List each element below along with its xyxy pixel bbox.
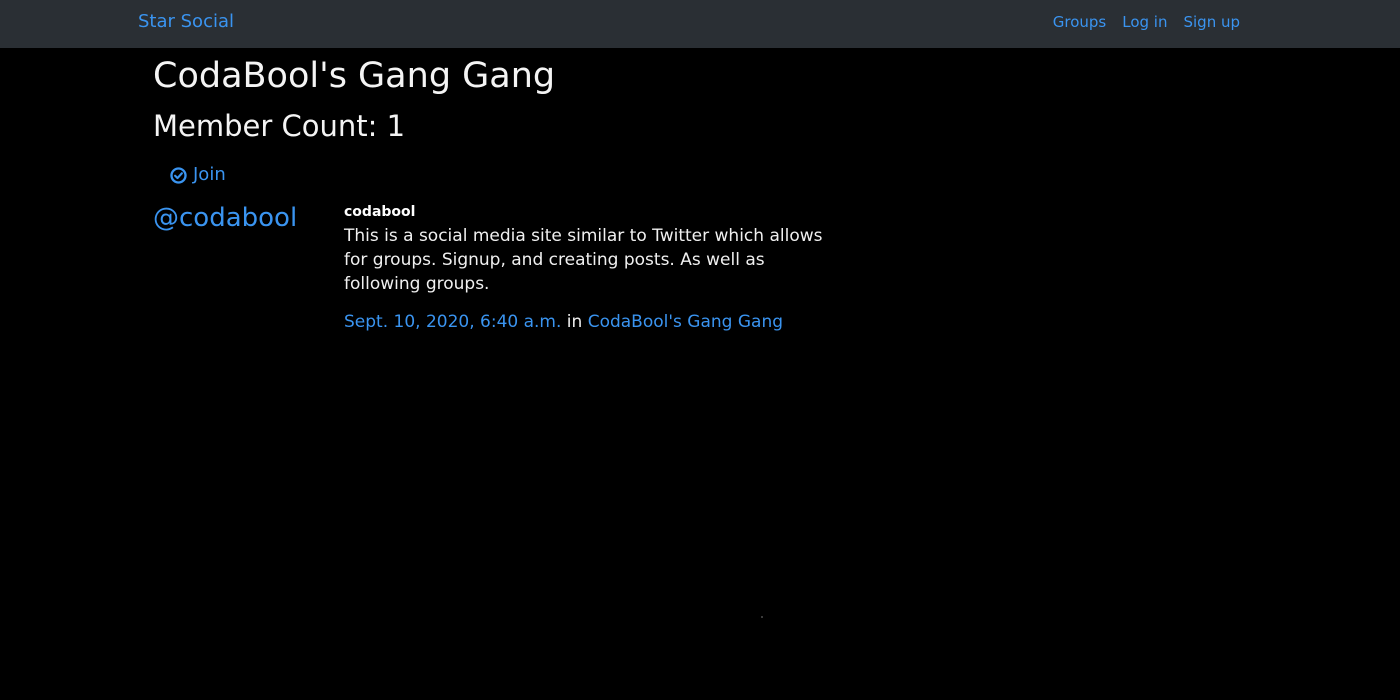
join-label: Join bbox=[193, 164, 226, 185]
post-message: This is a social media site similar to T… bbox=[344, 226, 823, 294]
nav-login-link[interactable]: Log in bbox=[1122, 12, 1167, 32]
join-button[interactable]: Join bbox=[170, 163, 226, 187]
post-author-link[interactable]: @codabool bbox=[153, 200, 297, 236]
check-circle-icon bbox=[170, 166, 187, 184]
navbar: Star Social Groups Log in Sign up bbox=[0, 0, 1400, 48]
nav-groups-link[interactable]: Groups bbox=[1053, 12, 1106, 32]
nav-links: Groups Log in Sign up bbox=[1053, 12, 1240, 32]
post-group-link[interactable]: CodaBool's Gang Gang bbox=[588, 312, 783, 332]
post-in-text: in bbox=[566, 312, 583, 332]
nav-signup-link[interactable]: Sign up bbox=[1183, 12, 1240, 32]
decorative-dot bbox=[761, 616, 763, 618]
post-item: codabool This is a social media site sim… bbox=[344, 202, 844, 334]
member-count: Member Count: 1 bbox=[153, 109, 406, 143]
post-timestamp-link[interactable]: Sept. 10, 2020, 6:40 a.m. bbox=[344, 312, 561, 332]
post-username: codabool bbox=[344, 204, 416, 220]
post-meta: Sept. 10, 2020, 6:40 a.m. in CodaBool's … bbox=[344, 310, 844, 334]
group-title: CodaBool's Gang Gang bbox=[153, 56, 556, 96]
brand-link[interactable]: Star Social bbox=[138, 10, 234, 34]
